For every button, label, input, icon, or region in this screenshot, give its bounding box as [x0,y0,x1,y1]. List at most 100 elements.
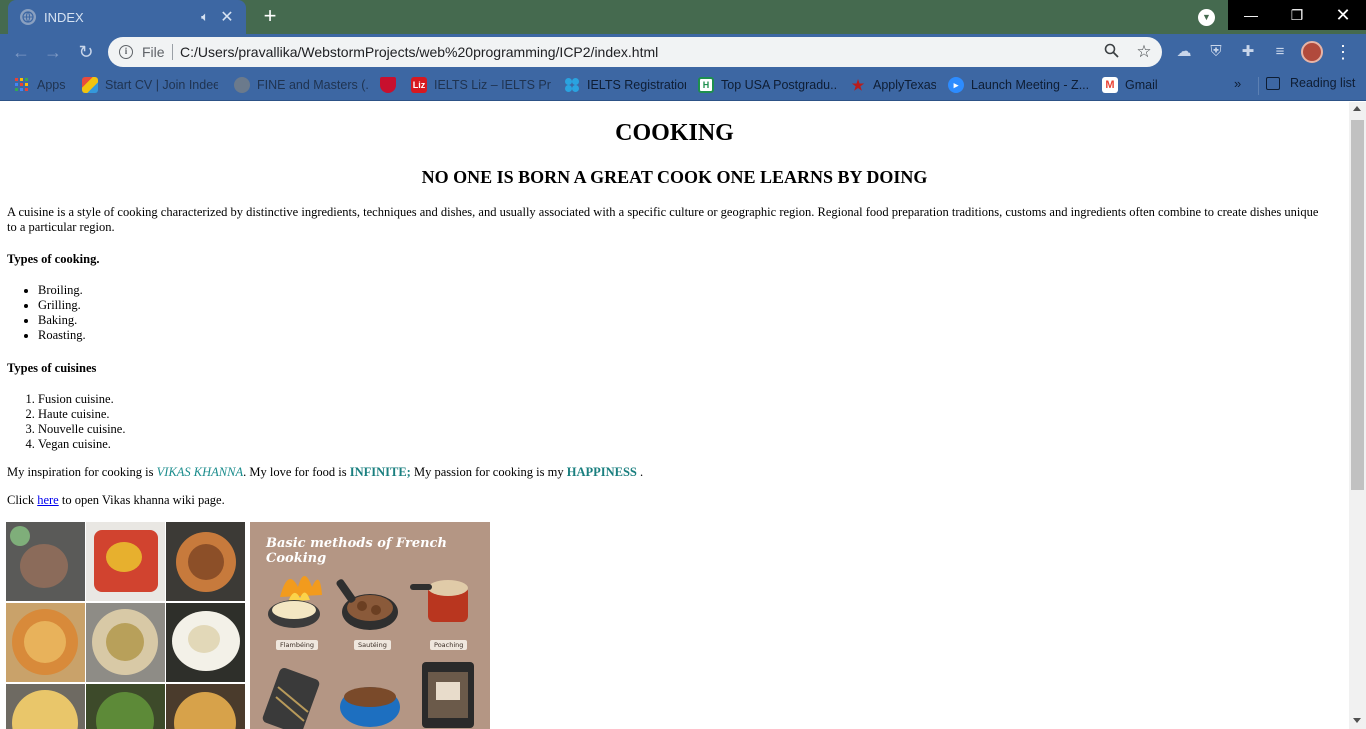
avatar[interactable] [1301,41,1323,63]
page-viewport: COOKING NO ONE IS BORN A GREAT COOK ONE … [0,102,1349,729]
more-bookmarks-icon[interactable]: » [1234,76,1241,91]
extensions-puzzle-icon[interactable]: ✚ [1238,42,1258,62]
star-icon: ★ [851,76,865,93]
close-window-button[interactable]: ✕ [1320,0,1366,30]
cookware-illustration [262,576,474,729]
chevron-down-icon: ▼ [1202,12,1211,22]
media-queue-icon[interactable]: ≡ [1270,42,1290,62]
dumpling-photo [166,603,245,682]
bookmark-ielts-liz[interactable]: Liz IELTS Liz – IELTS Pre... [411,76,551,94]
list-item: Fusion cuisine. [38,392,125,407]
intro-paragraph: A cuisine is a style of cooking characte… [7,205,1319,234]
scheme-label: File [142,44,165,60]
bookmark-zoom-meeting[interactable]: ▸ Launch Meeting - Z... [948,76,1088,94]
soup-photo [166,522,245,601]
scroll-down-arrow-icon[interactable] [1353,718,1361,723]
close-icon[interactable]: ✕ [218,7,236,27]
page-subtitle: NO ONE IS BORN A GREAT COOK ONE LEARNS B… [421,167,928,187]
reading-list-label: Reading list [1290,76,1356,90]
tab-title: INDEX [44,9,84,25]
close-icon: ✕ [1335,5,1351,25]
bookmarks-divider [1258,77,1259,95]
wiki-link-line: Click here to open Vikas khanna wiki pag… [7,493,225,508]
arrow-left-icon: ← [12,42,30,62]
teapot-photo [6,522,85,601]
inspiration-prefix: My inspiration for cooking is [7,465,157,479]
bookmark-applytexas[interactable]: ★ ApplyTexas [850,76,936,94]
reload-button[interactable]: ↻ [74,40,98,64]
minimize-icon: — [1244,7,1258,23]
reading-list-button[interactable]: Reading list [1266,76,1355,90]
chef-name: VIKAS KHANNA [156,465,244,479]
salad-photo [86,522,165,601]
address-bar[interactable]: i File C:/Users/pravallika/WebstormProje… [108,37,1162,67]
inspiration-middle-2: My passion for cooking is my [410,465,567,479]
bookmark-label: FINE and Masters (... [257,78,370,92]
reload-icon: ↻ [78,42,94,62]
greens-photo [86,684,165,729]
kebab-menu-icon[interactable]: ⋮ [1334,40,1352,64]
shield-crest-icon [380,77,396,93]
list-item: Grilling. [38,298,86,313]
globe-icon [234,77,250,93]
bookmark-start-cv[interactable]: Start CV | Join Indee... [82,76,218,94]
back-button[interactable]: ← [9,40,33,64]
click-suffix: to open Vikas khanna wiki page. [58,493,225,507]
arrow-right-icon: → [44,42,62,62]
bookmarks-bar: Apps Start CV | Join Indee... FINE and M… [0,70,1366,101]
omnibox-divider [172,44,173,60]
browser-toolbar: ← → ↻ i File C:/Users/pravallika/Webstor… [0,34,1366,70]
rice-photo [86,603,165,682]
bookmark-crest[interactable] [380,76,400,94]
method-label: Flambéing [276,640,319,650]
click-prefix: Click [7,493,38,507]
scroll-up-arrow-icon[interactable] [1353,106,1361,111]
gmail-icon: M [1102,77,1118,93]
minimize-button[interactable]: — [1228,0,1274,30]
wiki-link[interactable]: here [37,493,59,507]
passion-word: HAPPINESS [566,465,637,479]
bookmark-apps[interactable]: Apps [14,76,70,94]
speaker-icon[interactable]: 🔈︎ [196,9,214,25]
vertical-scrollbar[interactable] [1349,102,1366,729]
bookmark-fine-masters[interactable]: FINE and Masters (... [234,76,370,94]
bookmark-star-icon[interactable]: ☆ [1134,42,1154,62]
restore-button[interactable]: ❐ [1274,0,1320,30]
zoom-icon[interactable] [1102,43,1120,61]
inspiration-line: My inspiration for cooking is VIKAS KHAN… [7,465,643,480]
new-tab-button[interactable]: + [258,5,282,29]
french-cooking-image: Basic methods of French Cooking Flambéin… [250,522,490,729]
info-icon[interactable]: i [119,45,133,59]
bookmark-label: Launch Meeting - Z... [971,78,1088,92]
tab-search-button[interactable]: ▼ [1198,9,1215,26]
extension-cloud-icon[interactable]: ☁ [1174,42,1194,62]
list-item: Vegan cuisine. [38,437,125,452]
bookmark-label: IELTS Registration [587,78,686,92]
url-text[interactable]: C:/Users/pravallika/WebstormProjects/web… [180,44,658,60]
colorful-squares-icon [82,77,98,93]
inspiration-suffix: . [636,465,644,479]
cuisine-types-list: Fusion cuisine. Haute cuisine. Nouvelle … [7,392,125,452]
zoom-video-icon: ▸ [948,77,964,93]
extension-shield-icon[interactable]: ⛨ [1206,42,1226,62]
cooking-types-title: Types of cooking. [7,252,100,266]
apps-grid-icon [14,77,30,93]
tab-strip: INDEX 🔈︎ ✕ + ▼ — ❐ ✕ [0,0,1366,34]
bookmark-ielts-registration[interactable]: IELTS Registration [564,76,686,94]
cuisine-types-title: Types of cuisines [7,361,97,375]
forward-button[interactable]: → [41,40,65,64]
scrollbar-thumb[interactable] [1351,120,1364,490]
bookmark-label: Start CV | Join Indee... [105,78,218,92]
list-item: Nouvelle cuisine. [38,422,125,437]
noodle-photo [6,684,85,729]
bookmark-label: IELTS Liz – IELTS Pre... [434,78,551,92]
globe-icon [20,9,36,25]
bookmark-top-usa[interactable]: H Top USA Postgradu... [698,76,838,94]
browser-tab[interactable]: INDEX 🔈︎ ✕ [8,0,246,34]
plus-icon: + [263,3,277,28]
method-label: Poaching [430,640,468,650]
bookmark-label: Gmail [1125,78,1158,92]
list-item: Baking. [38,313,86,328]
page-title: COOKING [615,120,734,146]
bookmark-gmail[interactable]: M Gmail [1102,76,1162,94]
